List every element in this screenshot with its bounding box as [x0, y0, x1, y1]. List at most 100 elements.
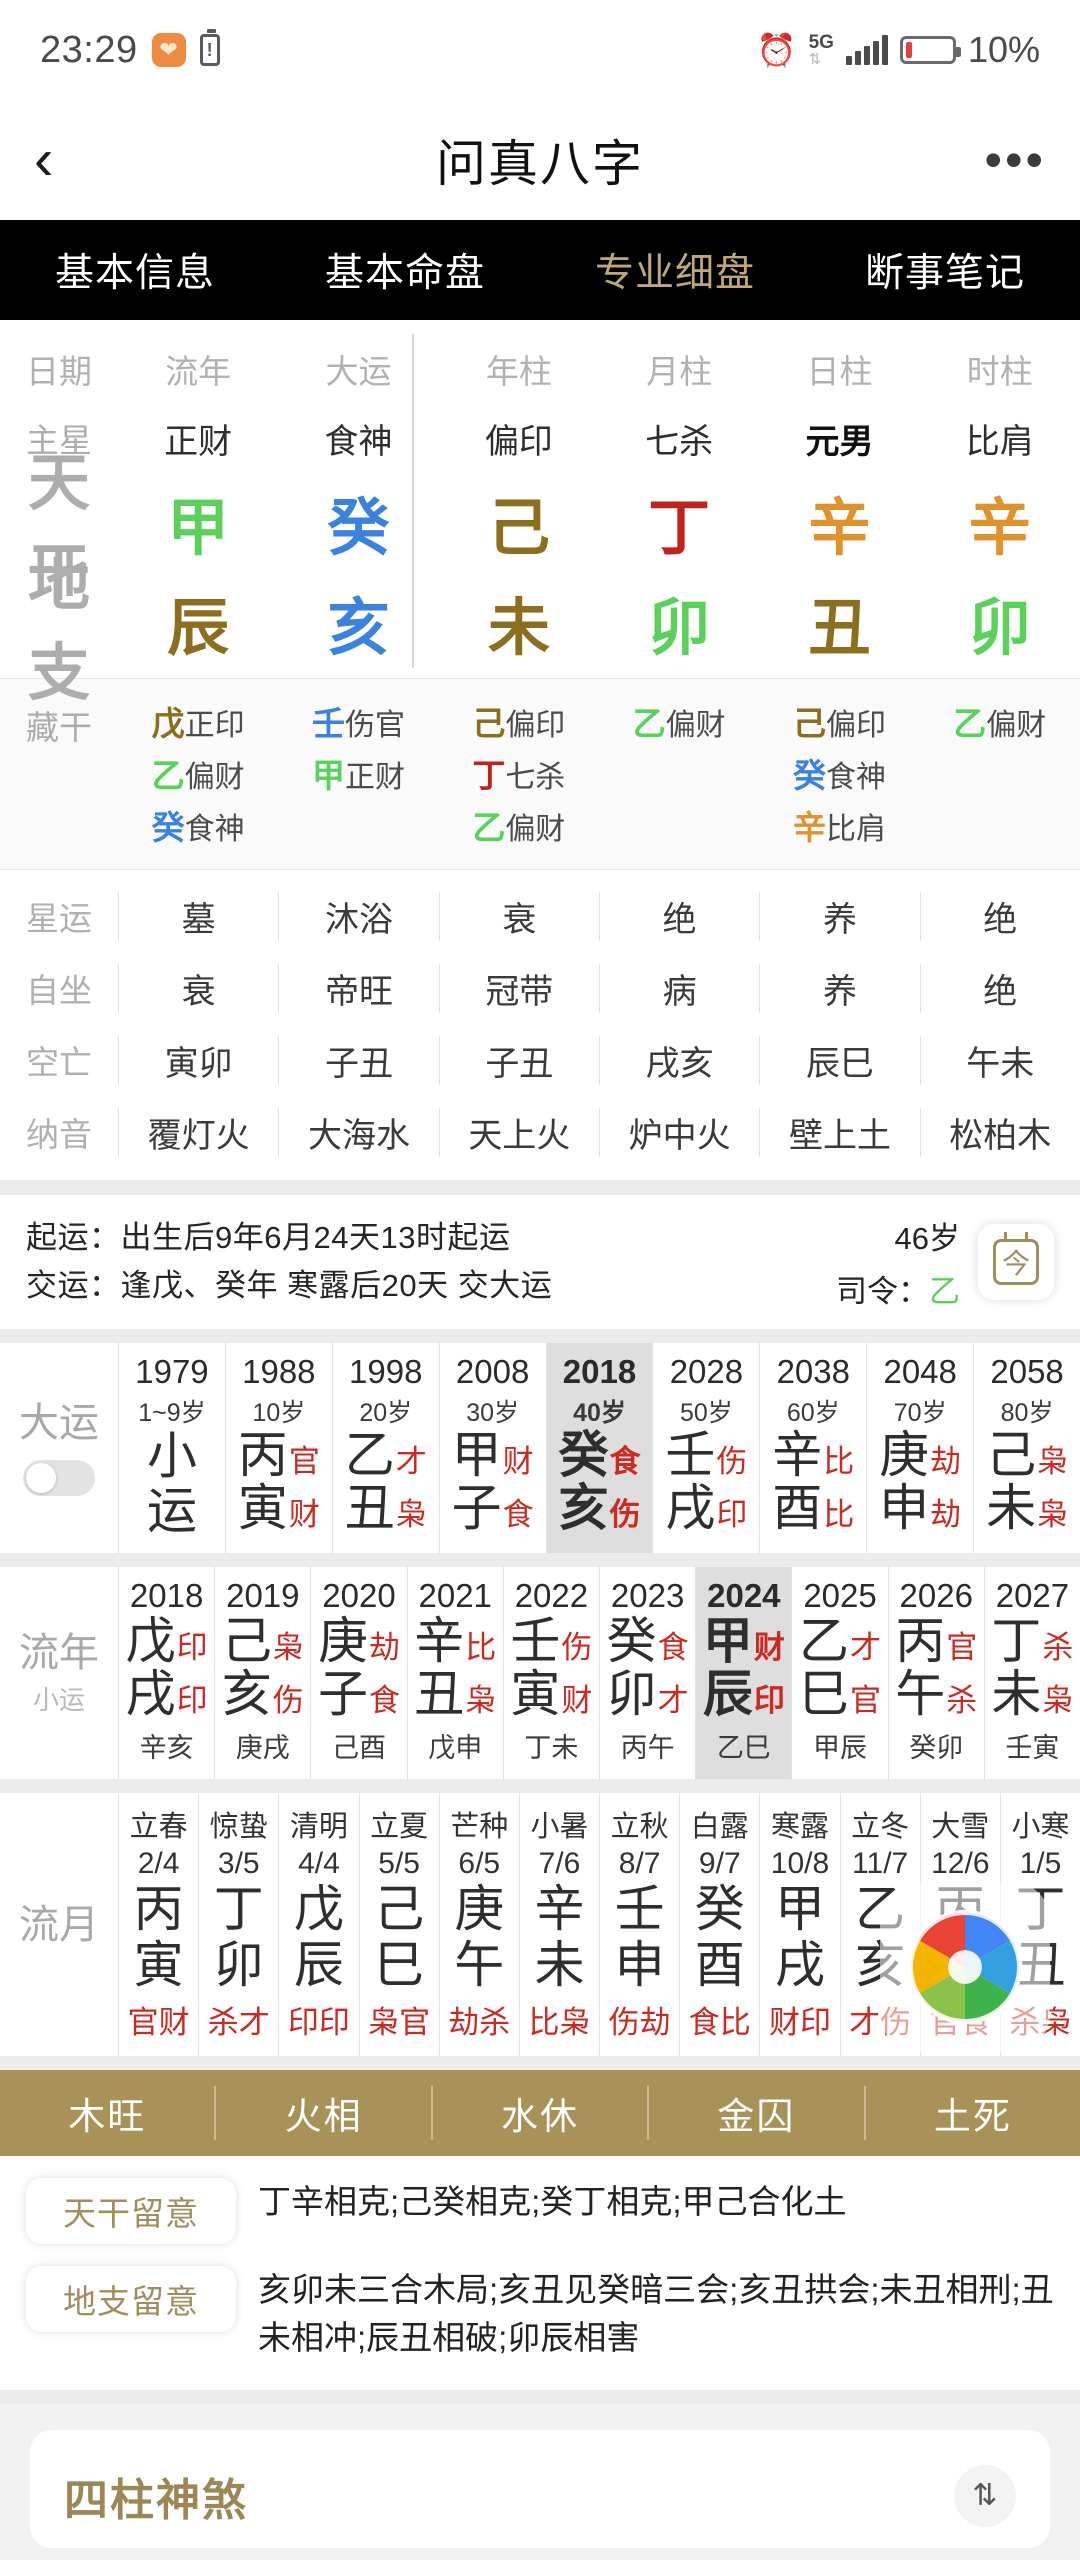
- liuyue-column[interactable]: 立春 2/4 丙寅官财: [118, 1793, 198, 2056]
- tab-pro-chart[interactable]: 专业细盘: [540, 242, 810, 298]
- hidden-stem-char: 乙: [151, 757, 185, 794]
- ganzhi-char: 乙: [799, 1613, 850, 1669]
- ten-god-char: 伤: [561, 1630, 593, 1665]
- liunian-xiaoyun: 乙巳: [716, 1733, 771, 1763]
- tab-reading-notes[interactable]: 断事笔记: [810, 242, 1080, 298]
- dayun-column[interactable]: 2038 60岁辛比酉比: [759, 1343, 866, 1553]
- sort-updown-icon[interactable]: ⇅: [954, 2464, 1016, 2527]
- liuyue-column[interactable]: 立夏 5/5 己巳枭官: [358, 1793, 439, 2056]
- liuyue-ten-gods: 官财: [127, 2005, 190, 2040]
- liunian-column[interactable]: 2023 癸食卯才丙午: [599, 1567, 695, 1779]
- liuyue-ten-gods: 食比: [688, 2005, 751, 2040]
- section-gap-5: [0, 2056, 1080, 2070]
- ganzhi-char: 辰: [702, 1665, 753, 1722]
- ganzhi-char: 戊: [125, 1613, 176, 1669]
- ten-god-char: 伤: [272, 1682, 304, 1718]
- branch-month: 卯: [648, 594, 711, 663]
- page-title: 问真八字: [436, 136, 644, 192]
- liuyue-column[interactable]: 小寒 1/5 丁丑杀枭: [999, 1793, 1080, 2056]
- sizhu-shensha-card[interactable]: 四柱神煞 ⇅: [30, 2429, 1050, 2548]
- liunian-year: 2027: [995, 1577, 1070, 1614]
- hidden-stem-god: 比肩: [825, 813, 886, 846]
- dayun-column[interactable]: 1979 1~9岁小运: [118, 1343, 225, 1553]
- battery-percent-label: 10%: [967, 29, 1040, 70]
- solar-term: 小寒: [1011, 1811, 1070, 1843]
- hidden-stems-section: 藏干 戊正印 乙偏财 癸食神 壬伤官 甲正财 己偏印 丁七杀 乙偏财 乙偏财 己偏印 癸食神…: [0, 678, 1080, 870]
- ten-god-char: 财: [561, 1682, 593, 1718]
- hidden-stem-char: 癸: [792, 757, 826, 794]
- liunian-column[interactable]: 2025 乙才巳官甲辰: [791, 1567, 887, 1779]
- solar-term: 小暑: [530, 1811, 589, 1843]
- ten-god-char: 印: [176, 1682, 208, 1718]
- liunian-column[interactable]: 2021 辛比丑枭戊申: [406, 1567, 503, 1779]
- liunian-column[interactable]: 2018 戊印戌印辛亥: [118, 1567, 214, 1779]
- hidden-stem-god: 正财: [344, 761, 405, 794]
- liuyue-label: 流月: [19, 1902, 99, 1947]
- ten-god-char: 枭: [465, 1682, 497, 1718]
- ten-god-char: 官: [946, 1630, 978, 1665]
- today-calendar-button[interactable]: 今: [978, 1224, 1054, 1300]
- liuyue-column[interactable]: 白露 9/7 癸酉食比: [679, 1793, 759, 2056]
- attribute-cell: 帝旺: [278, 963, 438, 1013]
- attribute-cell: 病: [598, 963, 759, 1013]
- mainstar-month: 七杀: [645, 422, 714, 461]
- ten-god-char: 劫: [930, 1444, 962, 1479]
- pillar-header-dayun[interactable]: 大运: [278, 345, 438, 393]
- liuyue-stem: 戊: [293, 1881, 344, 1937]
- liuyue-ten-gods: 杀才: [207, 2005, 270, 2040]
- qiyun-bar: 起运：出生后9年6月24天13时起运 交运：逢戊、癸年 寒露后20天 交大运 4…: [0, 1194, 1080, 1329]
- dayun-column[interactable]: 1988 10岁丙官寅财: [224, 1343, 332, 1553]
- liuyue-column[interactable]: 小暑 7/6 辛未比枭: [518, 1793, 599, 2056]
- hidden-stem-char: 戊: [151, 705, 185, 742]
- liuyue-column[interactable]: 寒露 10/8 甲戌财印: [759, 1793, 839, 2056]
- pillar-header-year: 年柱: [485, 353, 552, 390]
- ten-god-char: 枭: [1042, 1682, 1074, 1718]
- liuyue-column[interactable]: 立冬 11/7 乙亥才伤: [839, 1793, 920, 2056]
- attribute-row: 自坐衰帝旺 冠带病养绝: [0, 952, 1080, 1024]
- liuyue-column[interactable]: 立秋 8/7 壬申伤劫: [599, 1793, 679, 2056]
- more-options-icon[interactable]: •••: [984, 135, 1046, 185]
- liunian-column[interactable]: 2027 丁杀未枭壬寅: [983, 1567, 1080, 1779]
- liunian-column[interactable]: 2020 庚劫子食己酉: [310, 1567, 406, 1779]
- dayun-column[interactable]: 2028 50岁壬伤戌印: [652, 1343, 759, 1553]
- dayun-column[interactable]: 2048 70岁庚劫申劫: [866, 1343, 973, 1553]
- attribute-cell: 衰: [438, 891, 599, 941]
- dayun-age: 80岁: [1000, 1399, 1054, 1427]
- dayun-column[interactable]: 2008 30岁甲财子食: [438, 1343, 546, 1553]
- liunian-column[interactable]: 2024 甲财辰印乙巳: [695, 1567, 792, 1779]
- attribute-row: 空亡 寅卯 子丑 子丑 戌亥 辰巳 午未: [0, 1024, 1080, 1096]
- liuyue-branch: 辰: [293, 1937, 344, 1993]
- liuyue-column[interactable]: 芒种 6/5 庚午劫杀: [438, 1793, 519, 2056]
- liunian-year: 2026: [899, 1577, 973, 1614]
- liuyue-column[interactable]: 惊蛰 3/5 丁卯杀才: [198, 1793, 278, 2056]
- dayun-column[interactable]: 1998 20岁乙才丑枭: [331, 1343, 439, 1553]
- dayun-age: 30岁: [466, 1399, 520, 1427]
- liuyue-stem: 丁: [1015, 1881, 1066, 1937]
- ten-god-char: 劫: [369, 1630, 400, 1665]
- hidden-stem-item: 癸食神: [793, 749, 886, 797]
- liuyue-label-block: 流月: [0, 1793, 118, 2056]
- attribute-cell: 衰: [118, 963, 278, 1013]
- tab-basic-chart[interactable]: 基本命盘: [270, 242, 540, 298]
- dayun-column[interactable]: 2018 40岁癸食亥伤: [545, 1343, 653, 1553]
- liunian-column[interactable]: 2019 己枭亥伤庚戌: [214, 1567, 310, 1779]
- ganzhi-char: 庚: [318, 1613, 368, 1669]
- hidden-stem-item: 乙偏财: [152, 749, 245, 797]
- liunian-column[interactable]: 2022 壬伤寅财丁未: [502, 1567, 599, 1779]
- stem-day: 辛: [808, 494, 871, 563]
- xiaoyun-toggle[interactable]: [23, 1460, 95, 1496]
- pillar-header-liunian[interactable]: 流年: [118, 345, 278, 393]
- liunian-column[interactable]: 2026 丙官午杀癸卯: [887, 1567, 984, 1779]
- dayun-label: 大运: [19, 1401, 99, 1445]
- liunian-stem-pair: 庚劫: [311, 1615, 406, 1668]
- attribute-cell: 绝: [598, 891, 759, 941]
- tab-basic-info[interactable]: 基本信息: [0, 242, 270, 298]
- dayun-column[interactable]: 2058 80岁己枭未枭: [973, 1343, 1080, 1553]
- liuyue-column[interactable]: 清明 4/4 戊辰印印: [278, 1793, 358, 2056]
- liuyue-column[interactable]: 大雪 12/6 丙子官食: [919, 1793, 1000, 2056]
- dayun-branch-pair: 亥伤: [547, 1479, 653, 1536]
- ganzhi-char: 亥: [558, 1479, 609, 1536]
- ten-god-char: 印: [716, 1496, 748, 1532]
- stem-liunian: 甲: [167, 494, 230, 563]
- ganzhi-char: 未: [991, 1665, 1042, 1722]
